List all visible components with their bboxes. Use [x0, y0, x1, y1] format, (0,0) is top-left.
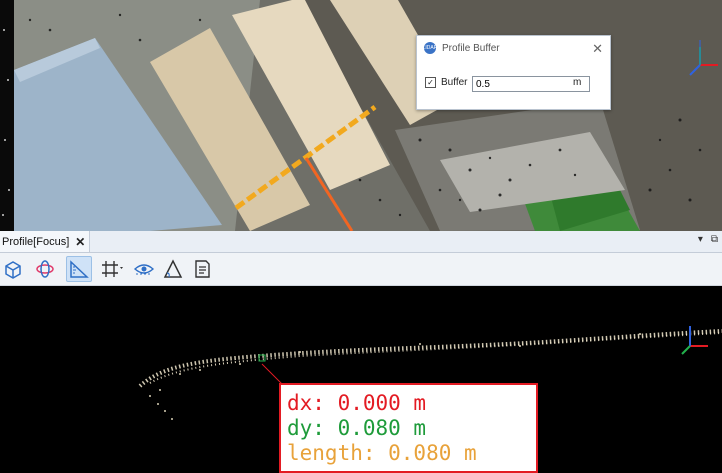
panel-menu-icon[interactable]: ▾: [698, 234, 703, 245]
panel-header: Profile[Focus] ✕ ▾ ⧉: [0, 231, 722, 253]
buffer-label: Buffer: [441, 77, 468, 88]
tab-close-icon[interactable]: ✕: [75, 235, 85, 249]
tab-label: Profile[Focus]: [2, 235, 70, 248]
measure-length: length: 0.080 m: [287, 441, 477, 465]
tab-profile-focus[interactable]: Profile[Focus] ✕: [0, 231, 91, 252]
dialog-titlebar[interactable]: LIDAR Profile Buffer: [417, 36, 610, 60]
app-logo-icon: LIDAR: [423, 42, 437, 54]
angle-icon[interactable]: [160, 256, 186, 282]
report-icon[interactable]: [189, 256, 215, 282]
measure-ruler-icon[interactable]: [66, 256, 92, 282]
dialog-close-button[interactable]: ✕: [592, 41, 603, 57]
3d-view-icon[interactable]: [0, 256, 26, 282]
profile-toolbar: [0, 253, 722, 286]
grid-select-icon[interactable]: [99, 256, 125, 282]
profile-buffer-dialog[interactable]: LIDAR Profile Buffer ✕ ✓ Buffer 0.5 m: [416, 35, 611, 110]
dialog-title: Profile Buffer: [442, 42, 500, 54]
aerial-scene: [0, 0, 722, 231]
buffer-unit: m: [573, 77, 582, 88]
panel-float-icon[interactable]: ⧉: [711, 234, 718, 245]
panel-header-controls: ▾ ⧉: [698, 234, 718, 245]
profile-panel: Profile[Focus] ✕ ▾ ⧉ dx: 0.000 m dy: 0.0…: [0, 231, 722, 473]
measurement-readout: dx: 0.000 m dy: 0.080 m length: 0.080 m: [279, 383, 538, 473]
top-point-cloud-view[interactable]: [0, 0, 722, 231]
measure-dy: dy: 0.080 m: [287, 416, 427, 440]
measure-dx: dx: 0.000 m: [287, 391, 427, 415]
buffer-checkbox-row[interactable]: ✓ Buffer: [425, 77, 468, 88]
visibility-icon[interactable]: [131, 256, 157, 282]
orbit-icon[interactable]: [32, 256, 58, 282]
buffer-checkbox[interactable]: ✓: [425, 77, 436, 88]
